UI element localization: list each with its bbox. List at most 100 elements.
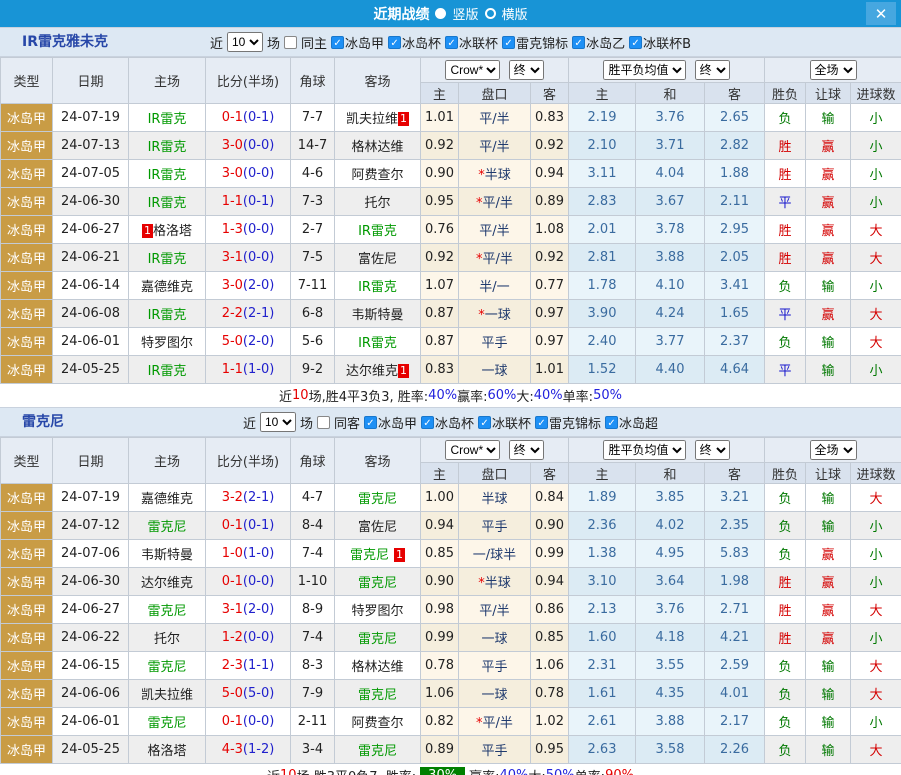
cell-result: 负 [765, 708, 806, 736]
halftime-score: (1-0) [243, 362, 274, 377]
cell-avg-home: 2.81 [569, 244, 636, 272]
col-avg-draw: 和 [636, 463, 705, 484]
team-name-text: 雷克尼 [358, 688, 397, 703]
handicap-text: 一球 [485, 308, 511, 323]
cell-corner: 7-7 [291, 104, 335, 132]
cell-handicap: 平/半 [459, 216, 531, 244]
summary-text: 50% [593, 388, 622, 403]
col-avg-draw: 和 [636, 83, 705, 104]
match-count-select[interactable]: 10 [227, 32, 263, 52]
league-checkbox[interactable]: ✓ [605, 416, 618, 429]
handicap-text: 一球 [481, 688, 507, 703]
cell-avg-home: 3.90 [569, 300, 636, 328]
scope-controls: 全场 [765, 58, 901, 83]
vertical-layout-radio[interactable] [435, 8, 446, 19]
handicap-text: 平/半 [483, 196, 513, 211]
cell-home-team: 雷克尼 [129, 652, 206, 680]
col-away: 客场 [335, 438, 421, 484]
card-badge: 1 [394, 548, 405, 562]
col-handicap-away: 客 [531, 463, 569, 484]
fulltime-score: 0-1 [222, 110, 243, 125]
table-row: 冰岛甲24-07-05IR雷克3-0(0-0)4-6阿费查尔0.90*半球0.9… [1, 160, 901, 188]
fulltime-score: 3-0 [222, 166, 243, 181]
avg-odds-select[interactable]: 胜平负均值 [603, 440, 686, 460]
cell-date: 24-07-06 [53, 540, 129, 568]
cell-away-team: 雷克尼 [335, 736, 421, 764]
halftime-score: (5-0) [243, 686, 274, 701]
bookmaker-select[interactable]: Crow* [445, 60, 500, 80]
cell-avg-draw: 4.35 [636, 680, 705, 708]
cell-handicap-result: 输 [806, 736, 851, 764]
handicap-final-select[interactable]: 终 [509, 60, 544, 80]
avg-controls: 胜平负均值 终 [569, 58, 765, 83]
league-checkbox[interactable]: ✓ [572, 36, 585, 49]
league-checkbox[interactable]: ✓ [478, 416, 491, 429]
match-count-select[interactable]: 10 [260, 412, 296, 432]
league-checkbox[interactable]: ✓ [445, 36, 458, 49]
cell-goals: 大 [851, 328, 901, 356]
cell-score: 5-0(5-0) [206, 680, 291, 708]
cell-away-team: 格林达维 [335, 132, 421, 160]
league-checkbox[interactable]: ✓ [331, 36, 344, 49]
avg-odds-select[interactable]: 胜平负均值 [603, 60, 686, 80]
league-filter: ✓雷克锦标 [535, 413, 601, 432]
scope-select[interactable]: 全场 [810, 440, 857, 460]
recent-results-dialog: 近期战绩 竖版 横版 ✕ IR雷克雅未克 近 10 场 同主 ✓冰岛甲✓冰岛杯✓… [0, 0, 901, 775]
team-name-text: 富佐尼 [358, 520, 397, 535]
cell-handicap: *半球 [459, 568, 531, 596]
table-row: 冰岛甲24-06-30IR雷克1-1(0-1)7-3托尔0.95*平/半0.89… [1, 188, 901, 216]
horizontal-layout-radio[interactable] [485, 8, 496, 19]
team-name-text: 达尔维克 [346, 364, 398, 379]
cell-away-team: 达尔维克1 [335, 356, 421, 384]
col-handicap-away: 客 [531, 83, 569, 104]
cell-avg-draw: 4.95 [636, 540, 705, 568]
cell-result: 平 [765, 188, 806, 216]
fulltime-score: 1-3 [222, 222, 243, 237]
cell-score: 0-1(0-0) [206, 708, 291, 736]
handicap-text: 一球 [481, 364, 507, 379]
table-row: 冰岛甲24-06-15雷克尼2-3(1-1)8-3格林达维0.78平手1.062… [1, 652, 901, 680]
league-filter: ✓冰联杯B [629, 33, 691, 52]
cell-handicap-result: 输 [806, 652, 851, 680]
fulltime-score: 4-3 [222, 742, 243, 757]
close-icon[interactable]: ✕ [866, 2, 896, 25]
same-venue-checkbox[interactable] [317, 416, 330, 429]
cell-avg-draw: 4.02 [636, 512, 705, 540]
cell-handicap-home-odds: 0.76 [421, 216, 459, 244]
league-checkbox[interactable]: ✓ [421, 416, 434, 429]
cell-result: 负 [765, 484, 806, 512]
handicap-text: 平/半 [479, 604, 509, 619]
cell-avg-draw: 3.71 [636, 132, 705, 160]
table-row: 冰岛甲24-06-27雷克尼3-1(2-0)8-9特罗图尔0.98平/半0.86… [1, 596, 901, 624]
cell-type: 冰岛甲 [1, 568, 53, 596]
col-home: 主场 [129, 58, 206, 104]
cell-date: 24-06-01 [53, 708, 129, 736]
cell-corner: 8-4 [291, 512, 335, 540]
cell-corner: 5-6 [291, 328, 335, 356]
cell-type: 冰岛甲 [1, 624, 53, 652]
same-venue-checkbox[interactable] [284, 36, 297, 49]
league-checkbox[interactable]: ✓ [388, 36, 401, 49]
scope-select[interactable]: 全场 [810, 60, 857, 80]
cell-handicap-away-odds: 0.78 [531, 680, 569, 708]
bookmaker-select[interactable]: Crow* [445, 440, 500, 460]
league-label: 冰岛超 [619, 413, 658, 432]
summary-text: 40% [534, 388, 563, 403]
handicap-final-select[interactable]: 终 [509, 440, 544, 460]
cell-avg-draw: 3.78 [636, 216, 705, 244]
league-checkbox[interactable]: ✓ [502, 36, 515, 49]
cell-away-team: IR雷克 [335, 328, 421, 356]
cell-result: 负 [765, 652, 806, 680]
league-checkbox[interactable]: ✓ [535, 416, 548, 429]
cell-goals: 小 [851, 512, 901, 540]
halftime-score: (2-1) [243, 490, 274, 505]
cell-avg-home: 1.52 [569, 356, 636, 384]
team-name-text: 雷克尼 [147, 520, 186, 535]
team2-name: 雷克尼 [22, 408, 64, 436]
avg-final-select[interactable]: 终 [695, 60, 730, 80]
summary-text: 40% [428, 388, 457, 403]
cell-handicap-result: 赢 [806, 300, 851, 328]
avg-final-select[interactable]: 终 [695, 440, 730, 460]
league-checkbox[interactable]: ✓ [629, 36, 642, 49]
league-checkbox[interactable]: ✓ [364, 416, 377, 429]
